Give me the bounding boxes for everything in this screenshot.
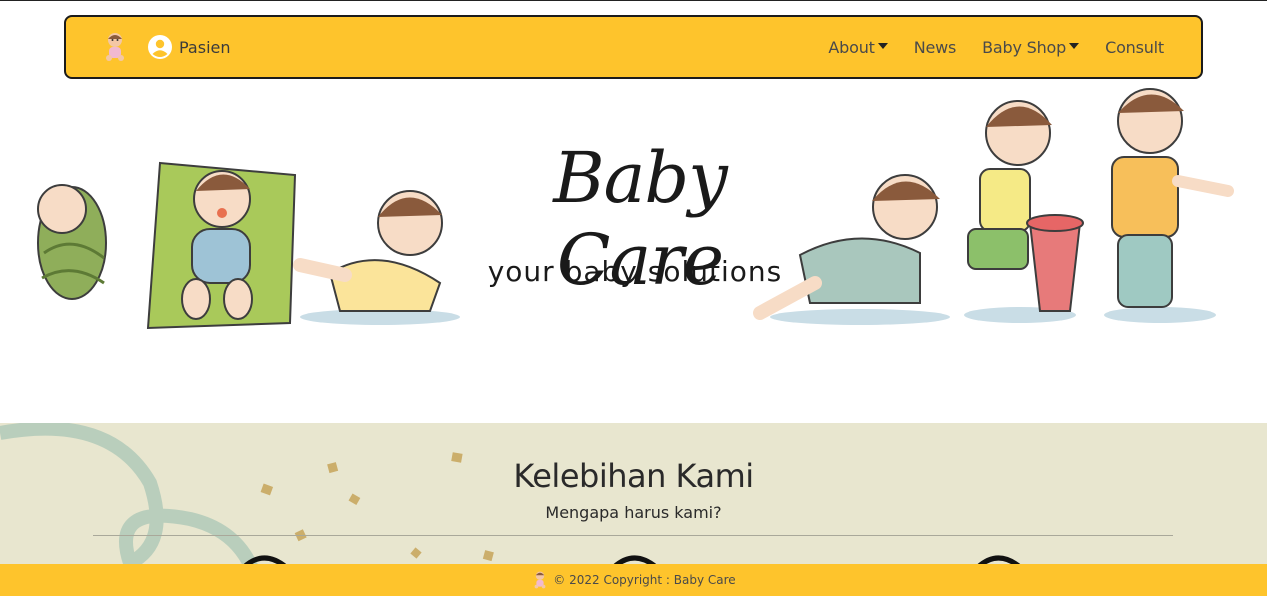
nav-about-label: About <box>828 37 875 57</box>
hero-banner: Baby Care your baby solutions <box>0 83 1267 423</box>
baby-logo-icon <box>534 571 546 589</box>
nav-baby-shop-dropdown[interactable]: Baby Shop <box>982 37 1080 57</box>
user-label: Pasien <box>179 37 231 57</box>
nav-news-link[interactable]: News <box>913 37 957 57</box>
walking-baby-illustration <box>1104 88 1234 323</box>
swaddled-baby-illustration <box>37 184 107 300</box>
nav-about-dropdown[interactable]: About <box>828 37 888 57</box>
hero-tagline: your baby solutions <box>487 255 783 288</box>
footer-copyright: © 2022 Copyright : Baby Care <box>553 573 736 587</box>
crawling-baby-illustration <box>293 190 460 325</box>
nav-news-label: News <box>913 37 957 57</box>
nav-links: About News Baby Shop Consult <box>828 38 1164 57</box>
baby-on-blanket-illustration <box>146 161 297 330</box>
user-circle-icon <box>148 35 172 59</box>
footer: © 2022 Copyright : Baby Care <box>0 564 1267 596</box>
caret-down-icon <box>877 42 888 49</box>
section-subtitle: Mengapa harus kami? <box>545 503 722 522</box>
standing-baby-illustration <box>964 100 1084 323</box>
baby-logo-icon[interactable] <box>100 30 130 64</box>
section-divider <box>93 535 1173 536</box>
nav-baby-shop-label: Baby Shop <box>982 37 1067 57</box>
section-title: Kelebihan Kami <box>513 457 754 495</box>
nav-consult-label: Consult <box>1105 37 1164 57</box>
nav-consult-link[interactable]: Consult <box>1105 38 1164 57</box>
patient-user-link[interactable]: Pasien <box>148 35 231 59</box>
caret-down-icon <box>1069 42 1080 49</box>
navbar: Pasien About News Baby Shop Consult <box>64 15 1203 79</box>
